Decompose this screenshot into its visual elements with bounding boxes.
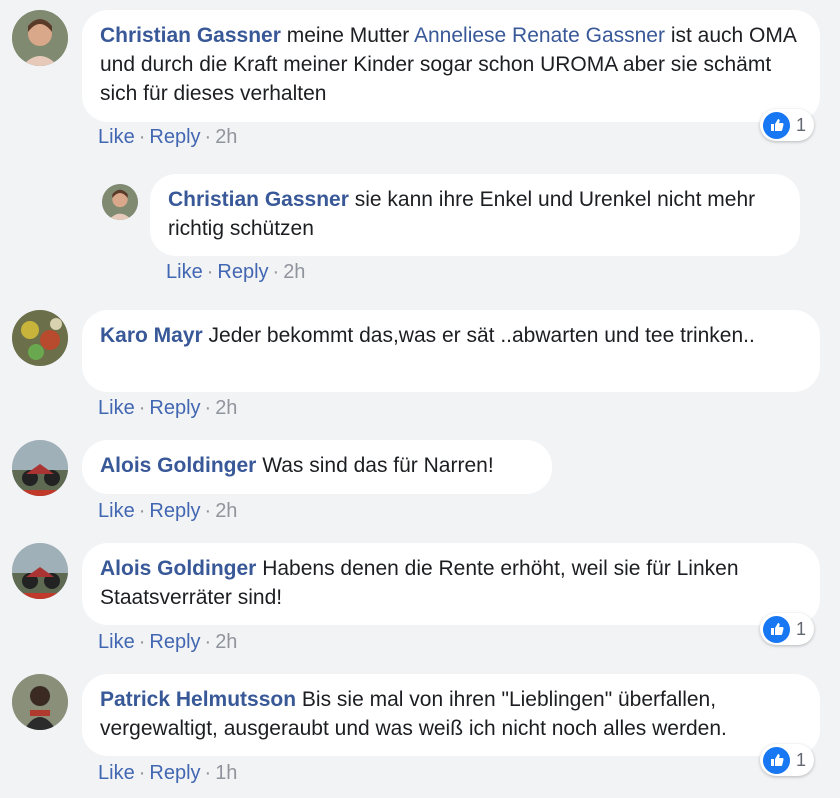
separator: · [204, 500, 212, 522]
comment-author[interactable]: Patrick Helmutsson [100, 688, 296, 711]
comment-actions: Like · Reply · 2h [98, 500, 237, 523]
reply-button[interactable]: Reply [149, 397, 200, 419]
reply-button[interactable]: Reply [217, 261, 268, 283]
comment-bubble: Alois Goldinger Was sind das für Narren! [82, 440, 552, 494]
separator: · [138, 397, 146, 419]
comment-author[interactable]: Alois Goldinger [100, 557, 256, 580]
reaction-count[interactable]: 1 [760, 613, 815, 645]
comment-author[interactable]: Christian Gassner [100, 24, 281, 47]
avatar[interactable] [102, 184, 138, 220]
separator: · [204, 126, 212, 148]
separator: · [138, 631, 146, 653]
timestamp[interactable]: 2h [283, 261, 305, 283]
reaction-number: 1 [796, 749, 807, 770]
comment-actions: Like · Reply · 2h [98, 126, 237, 149]
comment-bubble: Karo Mayr Jeder bekommt das,was er sät .… [82, 310, 820, 392]
avatar[interactable] [12, 310, 68, 366]
separator: · [138, 126, 146, 148]
mention-link[interactable]: Anneliese Renate Gassner [414, 24, 665, 47]
reply-button[interactable]: Reply [149, 500, 200, 522]
comment-actions: Like · Reply · 2h [98, 631, 237, 654]
comment-author[interactable]: Alois Goldinger [100, 454, 256, 477]
comment-text: Was sind das für Narren! [262, 454, 494, 477]
thumbs-up-icon [763, 111, 790, 139]
reply-button[interactable]: Reply [149, 631, 200, 653]
like-button[interactable]: Like [98, 631, 135, 653]
thumbs-up-icon [763, 746, 790, 774]
like-button[interactable]: Like [166, 261, 203, 283]
avatar[interactable] [12, 440, 68, 496]
avatar[interactable] [12, 674, 68, 730]
timestamp[interactable]: 2h [215, 631, 237, 653]
separator: · [204, 631, 212, 653]
like-button[interactable]: Like [98, 762, 135, 784]
comment-actions: Like · Reply · 2h [166, 261, 305, 284]
avatar[interactable] [12, 543, 68, 599]
separator: · [204, 397, 212, 419]
comment-author[interactable]: Christian Gassner [168, 188, 349, 211]
like-button[interactable]: Like [98, 126, 135, 148]
comment-bubble: Patrick Helmutsson Bis sie mal von ihren… [82, 674, 820, 756]
separator: · [138, 500, 146, 522]
comment-text: Jeder bekommt das,was er sät ..abwarten … [208, 324, 755, 347]
reaction-count[interactable]: 1 [760, 744, 815, 776]
timestamp[interactable]: 2h [215, 500, 237, 522]
separator: · [204, 762, 212, 784]
reaction-count[interactable]: 1 [760, 109, 815, 141]
comment-bubble: Christian Gassner sie kann ihre Enkel un… [150, 174, 800, 256]
comment-text: meine Mutter [286, 24, 410, 47]
comment-actions: Like · Reply · 1h [98, 762, 237, 785]
separator: · [206, 261, 214, 283]
separator: · [272, 261, 280, 283]
thumbs-up-icon [763, 615, 790, 643]
avatar[interactable] [12, 10, 68, 66]
timestamp[interactable]: 1h [215, 762, 237, 784]
comment-actions: Like · Reply · 2h [98, 397, 237, 420]
comment-bubble: Alois Goldinger Habens denen die Rente e… [82, 543, 820, 625]
comment-bubble: Christian Gassner meine Mutter Anneliese… [82, 10, 820, 122]
reaction-number: 1 [796, 618, 807, 639]
reply-button[interactable]: Reply [149, 126, 200, 148]
timestamp[interactable]: 2h [215, 126, 237, 148]
like-button[interactable]: Like [98, 397, 135, 419]
reaction-number: 1 [796, 114, 807, 135]
reply-button[interactable]: Reply [149, 762, 200, 784]
separator: · [138, 762, 146, 784]
like-button[interactable]: Like [98, 500, 135, 522]
timestamp[interactable]: 2h [215, 397, 237, 419]
comment-author[interactable]: Karo Mayr [100, 324, 203, 347]
